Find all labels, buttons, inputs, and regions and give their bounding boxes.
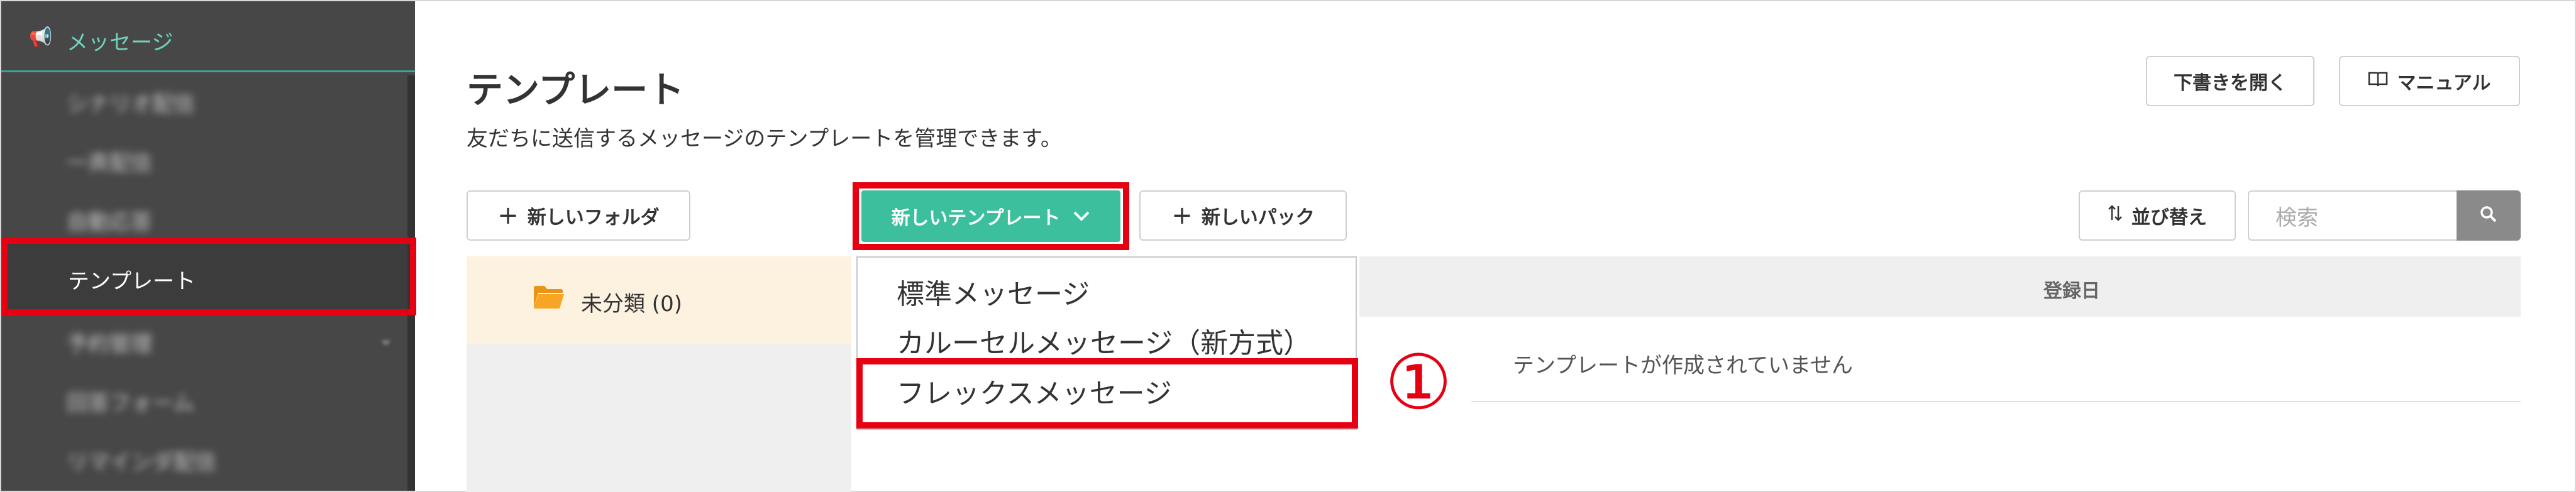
new-folder-label: 新しいフォルダ [527, 207, 660, 229]
megaphone-icon: 📢 [29, 26, 53, 48]
step-marker: ① [1385, 339, 1452, 427]
menu-item-standard-message[interactable]: 標準メッセージ [897, 271, 1090, 312]
highlight-flex-message [856, 358, 1358, 429]
open-draft-label: 下書きを開く [2174, 72, 2287, 94]
sidebar-item-broadcast[interactable]: 一斉配信 [67, 146, 152, 177]
sidebar-item-reminder[interactable]: リマインダ配信 [67, 445, 216, 476]
new-folder-button[interactable]: + 新しいフォルダ [467, 190, 690, 241]
sort-icon [2108, 204, 2123, 227]
table-header: 登録日 [1359, 256, 2521, 317]
sidebar-item-reservation[interactable]: 予約管理 [67, 327, 152, 358]
sidebar-item-form[interactable]: 回答フォーム [67, 386, 194, 417]
plus-icon: + [1171, 201, 1193, 230]
column-registered-date[interactable]: 登録日 [2043, 275, 2100, 303]
search-input[interactable]: 検索 [2248, 190, 2457, 241]
manual-button[interactable]: マニュアル [2339, 56, 2520, 106]
menu-item-carousel-message[interactable]: カルーセルメッセージ（新方式） [897, 320, 1311, 361]
sort-label: 並び替え [2131, 207, 2207, 229]
chevron-down-icon[interactable]: ⌄ [379, 328, 393, 349]
new-pack-button[interactable]: + 新しいパック [1139, 190, 1347, 241]
highlight-sidebar-template [1, 238, 416, 315]
sidebar-section-label: メッセージ [67, 30, 174, 55]
sort-button[interactable]: 並び替え [2079, 190, 2236, 241]
table-divider [1471, 401, 2521, 402]
sidebar-item-scenario[interactable]: シナリオ配信 [67, 87, 195, 118]
book-icon [2368, 70, 2388, 92]
folder-open-icon [533, 285, 565, 309]
open-draft-button[interactable]: 下書きを開く [2146, 56, 2314, 106]
plus-icon: + [497, 201, 519, 230]
empty-state-message: テンプレートが作成されていません [1513, 353, 1853, 378]
new-pack-label: 新しいパック [1201, 207, 1315, 229]
manual-label: マニュアル [2397, 72, 2491, 94]
search-icon [2479, 205, 2498, 226]
sidebar-item-auto-reply[interactable]: 自動応答 [67, 205, 152, 236]
highlight-new-template [853, 182, 1129, 250]
sidebar-section-header[interactable]: 📢 メッセージ [1, 1, 415, 72]
folder-label: 未分類 (0) [581, 292, 682, 317]
page-description: 友だちに送信するメッセージのテンプレートを管理できます。 [467, 126, 1062, 151]
page-title: テンプレート [467, 68, 685, 111]
search-button[interactable] [2457, 190, 2521, 241]
